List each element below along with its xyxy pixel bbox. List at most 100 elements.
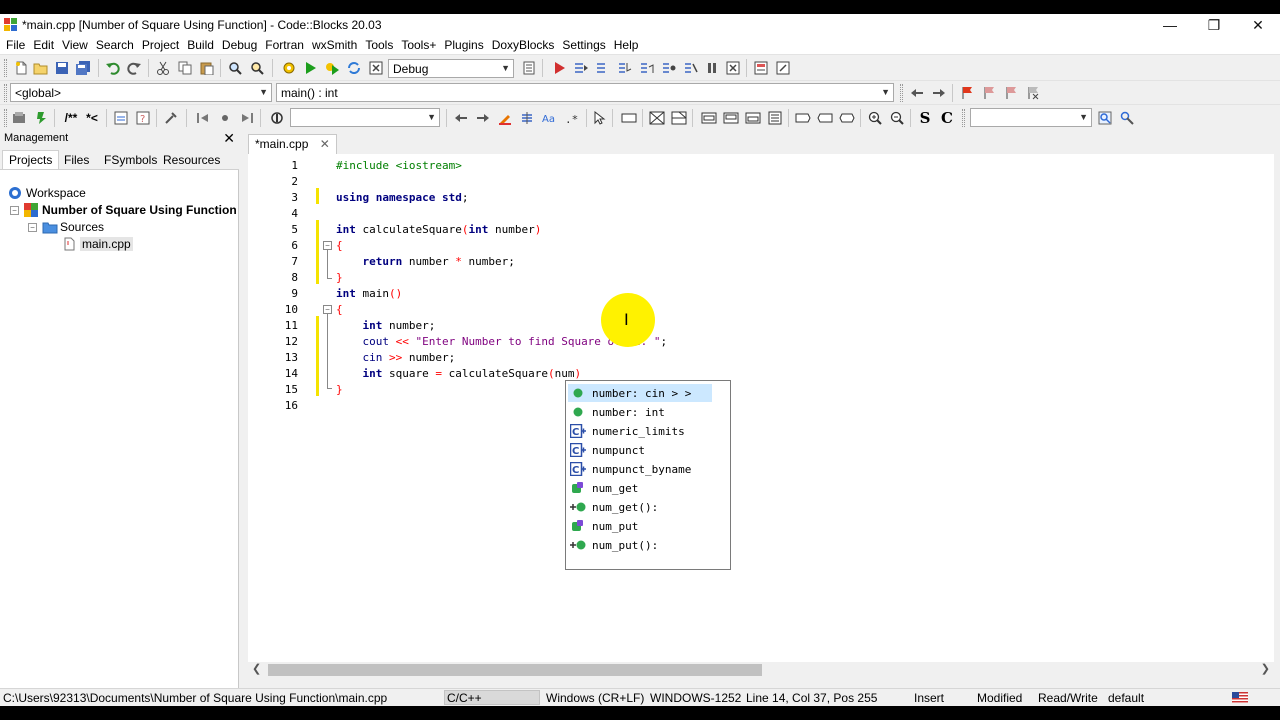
menu-plugins[interactable]: Plugins bbox=[444, 36, 483, 54]
menu-view[interactable]: View bbox=[62, 36, 88, 54]
save-all-icon[interactable] bbox=[74, 59, 92, 77]
find-text-input[interactable]: ▼ bbox=[970, 108, 1092, 127]
fold-collapse-icon[interactable]: − bbox=[323, 241, 332, 250]
scope-select[interactable]: <global> ▼ bbox=[10, 83, 272, 102]
copy-icon[interactable] bbox=[176, 59, 194, 77]
for-shape-icon[interactable] bbox=[744, 109, 762, 127]
scroll-right-icon[interactable]: ❯ bbox=[1261, 662, 1270, 675]
jump-back-icon[interactable] bbox=[908, 84, 926, 102]
close-window-button[interactable]: ✕ bbox=[1236, 14, 1280, 36]
select-pointer-icon[interactable] bbox=[590, 109, 608, 127]
search-go-icon[interactable] bbox=[1096, 109, 1114, 127]
first-icon[interactable] bbox=[194, 109, 212, 127]
find-prev-icon[interactable] bbox=[452, 109, 470, 127]
menu-wxsmith[interactable]: wxSmith bbox=[312, 36, 357, 54]
block-comment-button[interactable]: /** bbox=[60, 109, 82, 127]
selected-text-only-icon[interactable] bbox=[518, 109, 536, 127]
menu-fortran[interactable]: Fortran bbox=[265, 36, 304, 54]
close-panel-button[interactable]: ✕ bbox=[223, 130, 235, 147]
menu-edit[interactable]: Edit bbox=[33, 36, 54, 54]
autocomplete-item[interactable]: Cnumpunct_byname bbox=[568, 460, 712, 478]
autocomplete-item[interactable]: Cnumpunct bbox=[568, 441, 712, 459]
tree-workspace[interactable]: Workspace bbox=[8, 186, 86, 200]
menu-help[interactable]: Help bbox=[614, 36, 639, 54]
doxy-config-icon[interactable] bbox=[162, 109, 180, 127]
paste-icon[interactable] bbox=[198, 59, 216, 77]
redo-icon[interactable] bbox=[125, 59, 143, 77]
break-shape-icon[interactable] bbox=[794, 109, 812, 127]
doxywizard-icon[interactable] bbox=[10, 109, 28, 127]
toggle-bookmark-icon[interactable] bbox=[958, 84, 976, 102]
show-target-dialog-icon[interactable] bbox=[520, 59, 538, 77]
autocomplete-item[interactable]: num_put(): bbox=[568, 536, 712, 554]
close-tab-icon[interactable]: ✕ bbox=[320, 137, 330, 151]
toolbar-grip[interactable] bbox=[4, 59, 7, 77]
debug-windows-icon[interactable] bbox=[752, 59, 770, 77]
return-shape-icon[interactable] bbox=[838, 109, 856, 127]
scroll-left-icon[interactable]: ❮ bbox=[252, 662, 261, 675]
toolbar-grip[interactable] bbox=[4, 84, 7, 102]
collapse-icon[interactable]: − bbox=[10, 205, 19, 215]
build-and-run-icon[interactable] bbox=[323, 59, 341, 77]
tab-fsymbols[interactable]: FSymbols bbox=[104, 152, 157, 168]
strukto-c-button[interactable]: C bbox=[938, 109, 956, 127]
extract-docs-icon[interactable] bbox=[32, 109, 50, 127]
prev-bookmark-icon[interactable] bbox=[980, 84, 998, 102]
menu-tools-plus[interactable]: Tools+ bbox=[401, 36, 436, 54]
tree-project[interactable]: − Number of Square Using Function bbox=[10, 203, 237, 217]
menu-tools[interactable]: Tools bbox=[365, 36, 393, 54]
incremental-search-input[interactable]: ▼ bbox=[290, 108, 440, 127]
block-shape-icon[interactable] bbox=[766, 109, 784, 127]
code-editor[interactable]: 1 2 3 4 5 6 7 8 9 10 11 12 13 14 15 16 −… bbox=[248, 154, 1274, 674]
jump-forward-icon[interactable] bbox=[930, 84, 948, 102]
menu-file[interactable]: File bbox=[6, 36, 25, 54]
save-icon[interactable] bbox=[53, 59, 71, 77]
open-file-icon[interactable] bbox=[32, 59, 50, 77]
tree-file-main[interactable]: main.cpp bbox=[62, 237, 133, 251]
replace-icon[interactable] bbox=[248, 59, 266, 77]
rect-shape-icon[interactable] bbox=[620, 109, 638, 127]
debug-start-icon[interactable] bbox=[550, 59, 568, 77]
toolbar-grip[interactable] bbox=[4, 109, 7, 127]
abort-icon[interactable] bbox=[367, 59, 385, 77]
menu-search[interactable]: Search bbox=[96, 36, 134, 54]
match-case-icon[interactable]: Aa bbox=[540, 109, 558, 127]
while-shape-icon[interactable] bbox=[700, 109, 718, 127]
search-options-icon[interactable] bbox=[1118, 109, 1136, 127]
scrollbar-thumb[interactable] bbox=[268, 664, 762, 676]
find-next-icon[interactable] bbox=[474, 109, 492, 127]
restore-button[interactable]: ❐ bbox=[1192, 14, 1236, 36]
build-target-select[interactable]: Debug ▼ bbox=[388, 59, 514, 78]
tab-files[interactable]: Files bbox=[64, 152, 89, 168]
search-toggle-icon[interactable] bbox=[268, 109, 286, 127]
build-icon[interactable] bbox=[280, 59, 298, 77]
autocomplete-item[interactable]: num_put bbox=[568, 517, 712, 535]
highlight-icon[interactable] bbox=[496, 109, 514, 127]
menu-doxyblocks[interactable]: DoxyBlocks bbox=[492, 36, 555, 54]
dot-icon[interactable] bbox=[216, 109, 234, 127]
undo-icon[interactable] bbox=[104, 59, 122, 77]
step-into-instruction-icon[interactable] bbox=[682, 59, 700, 77]
dowhile-shape-icon[interactable] bbox=[722, 109, 740, 127]
minimize-button[interactable]: — bbox=[1148, 14, 1192, 36]
next-bookmark-icon[interactable] bbox=[1002, 84, 1020, 102]
next-line-icon[interactable] bbox=[594, 59, 612, 77]
run-chm-icon[interactable]: ? bbox=[134, 109, 152, 127]
next-instruction-icon[interactable] bbox=[660, 59, 678, 77]
clear-bookmarks-icon[interactable] bbox=[1024, 84, 1042, 102]
continue-shape-icon[interactable] bbox=[816, 109, 834, 127]
autocomplete-item[interactable]: num_get bbox=[568, 479, 712, 497]
rebuild-icon[interactable] bbox=[345, 59, 363, 77]
autocomplete-item[interactable]: num_get(): bbox=[568, 498, 712, 516]
run-html-icon[interactable] bbox=[112, 109, 130, 127]
menu-project[interactable]: Project bbox=[142, 36, 179, 54]
find-icon[interactable] bbox=[226, 59, 244, 77]
toolbar-grip[interactable] bbox=[962, 109, 965, 127]
horizontal-scrollbar[interactable]: ❮ ❯ bbox=[248, 662, 1274, 678]
step-into-icon[interactable] bbox=[616, 59, 634, 77]
last-icon[interactable] bbox=[238, 109, 256, 127]
step-out-icon[interactable] bbox=[638, 59, 656, 77]
zoom-in-icon[interactable] bbox=[866, 109, 884, 127]
tab-resources[interactable]: Resources bbox=[163, 152, 220, 168]
tab-projects[interactable]: Projects bbox=[2, 150, 60, 169]
